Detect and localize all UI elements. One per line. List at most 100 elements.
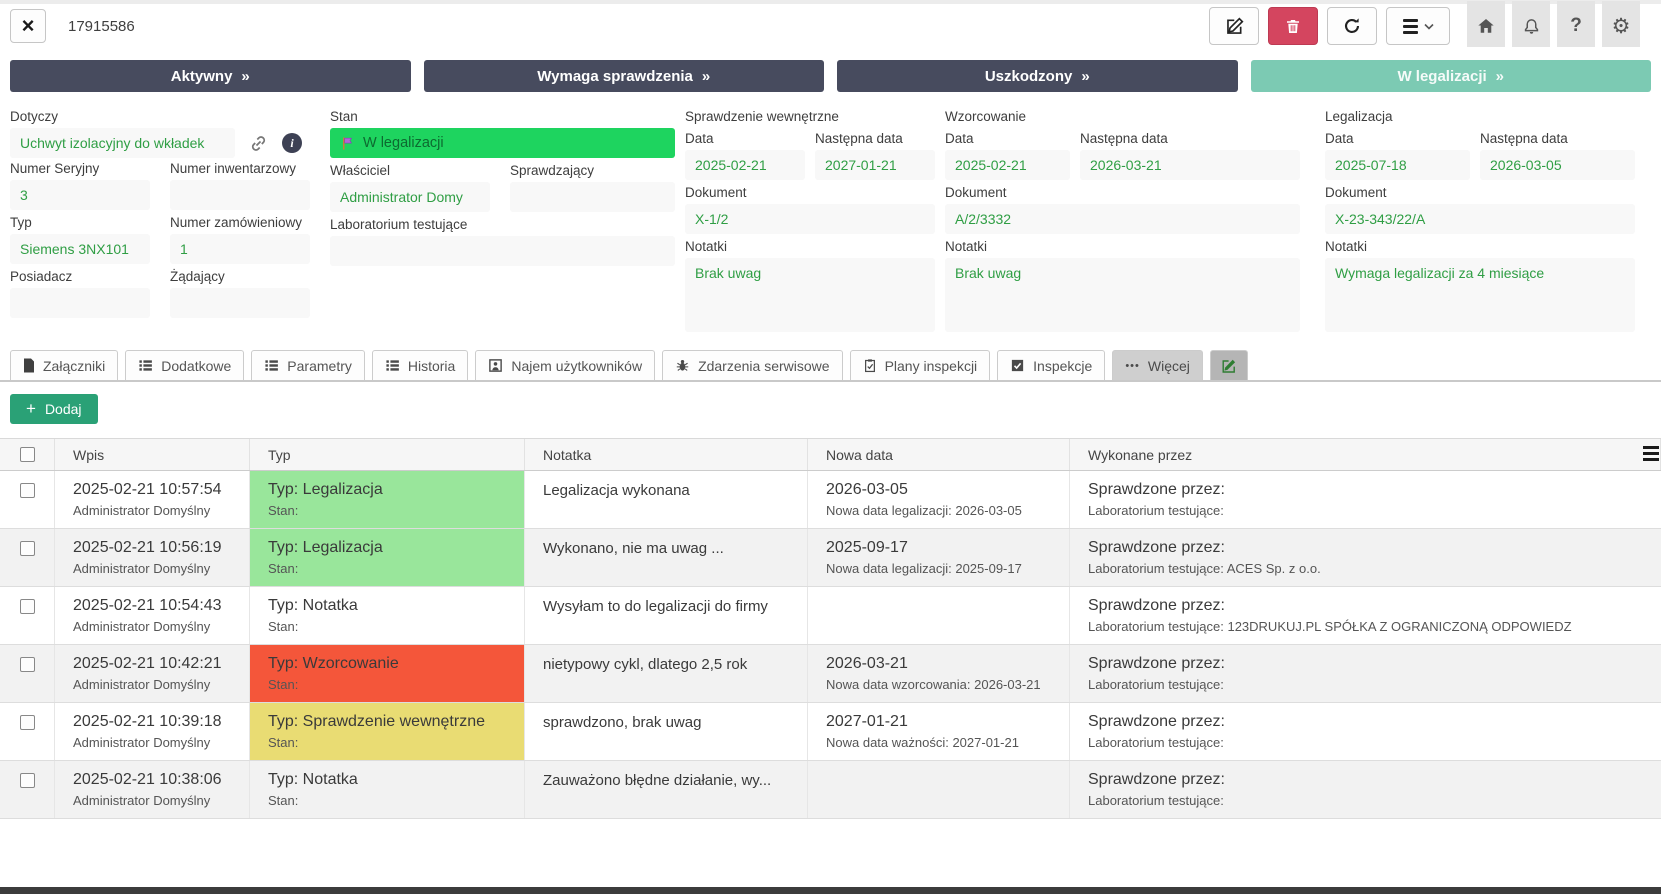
data-field[interactable]: 2025-07-18 <box>1325 150 1470 180</box>
notatka-cell: Wysyłam to do legalizacji do firmy <box>525 587 808 644</box>
table-row: 2025-02-21 10:39:18Administrator Domyśln… <box>0 703 1661 761</box>
workflow-button-uszkodzony[interactable]: Uszkodzony » <box>837 60 1238 92</box>
dotyczy-field[interactable]: Uchwyt izolacyjny do wkładek <box>10 128 235 158</box>
entry-type: Typ: Legalizacja <box>268 479 516 501</box>
new-date-detail: Nowa data wzorcowania: 2026-03-21 <box>826 675 1061 694</box>
nastepna-data-field[interactable]: 2026-03-05 <box>1480 150 1635 180</box>
typ-field[interactable]: Siemens 3NX101 <box>10 234 150 264</box>
window-bottom-edge <box>0 887 1661 894</box>
entry-timestamp: 2025-02-21 10:42:21 <box>73 653 241 675</box>
info-icon[interactable]: i <box>282 133 302 153</box>
entry-type: Typ: Notatka <box>268 769 516 791</box>
notatki-field[interactable]: Wymaga legalizacji za 4 miesiące <box>1325 258 1635 332</box>
top-bar: × 17915586 <box>0 4 1661 48</box>
nowa-data-cell: 2026-03-21Nowa data wzorcowania: 2026-03… <box>808 645 1070 702</box>
bug-icon <box>675 358 690 373</box>
details-form: Dotyczy Uchwyt izolacyjny do wkładek i N… <box>0 92 1661 344</box>
wykonane-przez-cell: Sprawdzone przez:Laboratorium testujące: <box>1070 761 1661 818</box>
numer-inwentarzowy-field[interactable] <box>170 180 310 210</box>
column-header-wpis[interactable]: Wpis <box>55 439 250 470</box>
row-checkbox-cell <box>0 703 55 760</box>
menu-icon <box>1403 19 1418 34</box>
entry-author: Administrator Domyślny <box>73 559 241 578</box>
notifications-button[interactable] <box>1512 1 1550 47</box>
stan-field[interactable]: W legalizacji <box>330 128 675 158</box>
gear-icon: ⚙ <box>1612 14 1631 39</box>
row-checkbox[interactable] <box>20 541 35 556</box>
table-row: 2025-02-21 10:42:21Administrator Domyśln… <box>0 645 1661 703</box>
help-button[interactable]: ? <box>1557 1 1595 47</box>
nastepna-data-field[interactable]: 2027-01-21 <box>815 150 935 180</box>
home-button[interactable] <box>1467 1 1505 47</box>
tab-edit-button[interactable] <box>1210 350 1248 380</box>
column-header-wykonane-przez[interactable]: Wykonane przez <box>1070 439 1661 470</box>
row-checkbox[interactable] <box>20 773 35 788</box>
sprawdzajacy-field[interactable] <box>510 182 675 212</box>
table-row: 2025-02-21 10:54:43Administrator Domyśln… <box>0 587 1661 645</box>
tab-inspekcje[interactable]: Inspekcje <box>997 350 1105 380</box>
posiadacz-field[interactable] <box>10 288 150 318</box>
wlasciciel-field[interactable]: Administrator Domy <box>330 182 490 212</box>
notatki-field[interactable]: Brak uwag <box>685 258 935 332</box>
edit-button[interactable] <box>1209 7 1259 45</box>
zadajacy-field[interactable] <box>170 288 310 318</box>
data-field[interactable]: 2025-02-21 <box>685 150 805 180</box>
refresh-button[interactable] <box>1327 7 1377 45</box>
tab-najem-uzytkownikow[interactable]: Najem użytkowników <box>475 350 655 380</box>
laboratorium-field[interactable] <box>330 236 675 266</box>
settings-button[interactable]: ⚙ <box>1602 1 1640 47</box>
numer-zamowieniowy-field[interactable]: 1 <box>170 234 310 264</box>
numer-seryjny-field[interactable]: 3 <box>10 180 150 210</box>
testing-lab: Laboratorium testujące: ACES Sp. z o.o. <box>1088 559 1653 578</box>
column-header-typ[interactable]: Typ <box>250 439 525 470</box>
menu-dropdown-button[interactable] <box>1386 7 1450 45</box>
wykonane-przez-cell: Sprawdzone przez:Laboratorium testujące:… <box>1070 587 1661 644</box>
close-button[interactable]: × <box>10 9 46 43</box>
column-settings-icon[interactable] <box>1643 446 1659 461</box>
entry-type: Typ: Sprawdzenie wewnętrzne <box>268 711 516 733</box>
workflow-button-w-legalizacji[interactable]: W legalizacji » <box>1251 60 1652 92</box>
wpis-cell: 2025-02-21 10:54:43Administrator Domyśln… <box>55 587 250 644</box>
data-field[interactable]: 2025-02-21 <box>945 150 1070 180</box>
column-header-nowa-data[interactable]: Nowa data <box>808 439 1070 470</box>
numer-inwentarzowy-label: Numer inwentarzowy <box>170 158 310 180</box>
tab-historia[interactable]: Historia <box>372 350 468 380</box>
typ-cell: Typ: LegalizacjaStan: <box>250 471 525 528</box>
plus-icon: + <box>26 399 36 419</box>
tab-plany-inspekcji[interactable]: Plany inspekcji <box>850 350 991 380</box>
delete-button[interactable] <box>1268 7 1318 45</box>
dotyczy-label: Dotyczy <box>10 106 310 128</box>
close-icon: × <box>22 15 35 37</box>
entry-type: Typ: Legalizacja <box>268 537 516 559</box>
workflow-button-aktywny[interactable]: Aktywny » <box>10 60 411 92</box>
typ-cell: Typ: NotatkaStan: <box>250 761 525 818</box>
add-button[interactable]: + Dodaj <box>10 394 98 424</box>
entry-note: nietypowy cykl, dlatego 2,5 rok <box>543 653 799 675</box>
row-checkbox[interactable] <box>20 483 35 498</box>
testing-lab: Laboratorium testujące: <box>1088 675 1653 694</box>
tab-zdarzenia-serwisowe[interactable]: Zdarzenia serwisowe <box>662 350 843 380</box>
dokument-field[interactable]: X-23-343/22/A <box>1325 204 1635 234</box>
dokument-field[interactable]: X-1/2 <box>685 204 935 234</box>
notatki-field[interactable]: Brak uwag <box>945 258 1300 332</box>
select-all-checkbox[interactable] <box>20 447 35 462</box>
row-checkbox-cell <box>0 471 55 528</box>
dokument-field[interactable]: A/2/3332 <box>945 204 1300 234</box>
workflow-button-wymaga-sprawdzenia[interactable]: Wymaga sprawdzenia » <box>424 60 825 92</box>
new-date: 2027-01-21 <box>826 711 1061 733</box>
link-icon[interactable] <box>249 134 268 153</box>
row-checkbox[interactable] <box>20 657 35 672</box>
checked-by: Sprawdzone przez: <box>1088 653 1653 675</box>
tab-wiecej[interactable]: ••• Więcej <box>1112 350 1203 380</box>
nastepna-data-field[interactable]: 2026-03-21 <box>1080 150 1300 180</box>
typ-cell: Typ: LegalizacjaStan: <box>250 529 525 586</box>
row-checkbox[interactable] <box>20 715 35 730</box>
tab-dodatkowe[interactable]: Dodatkowe <box>125 350 244 380</box>
tab-zalaczniki[interactable]: Załączniki <box>10 350 118 380</box>
typ-cell: Typ: NotatkaStan: <box>250 587 525 644</box>
row-checkbox[interactable] <box>20 599 35 614</box>
column-header-notatka[interactable]: Notatka <box>525 439 808 470</box>
workflow-status-bar: Aktywny » Wymaga sprawdzenia » Uszkodzon… <box>10 60 1651 92</box>
tab-parametry[interactable]: Parametry <box>251 350 365 380</box>
nowa-data-cell: 2026-03-05Nowa data legalizacji: 2026-03… <box>808 471 1070 528</box>
